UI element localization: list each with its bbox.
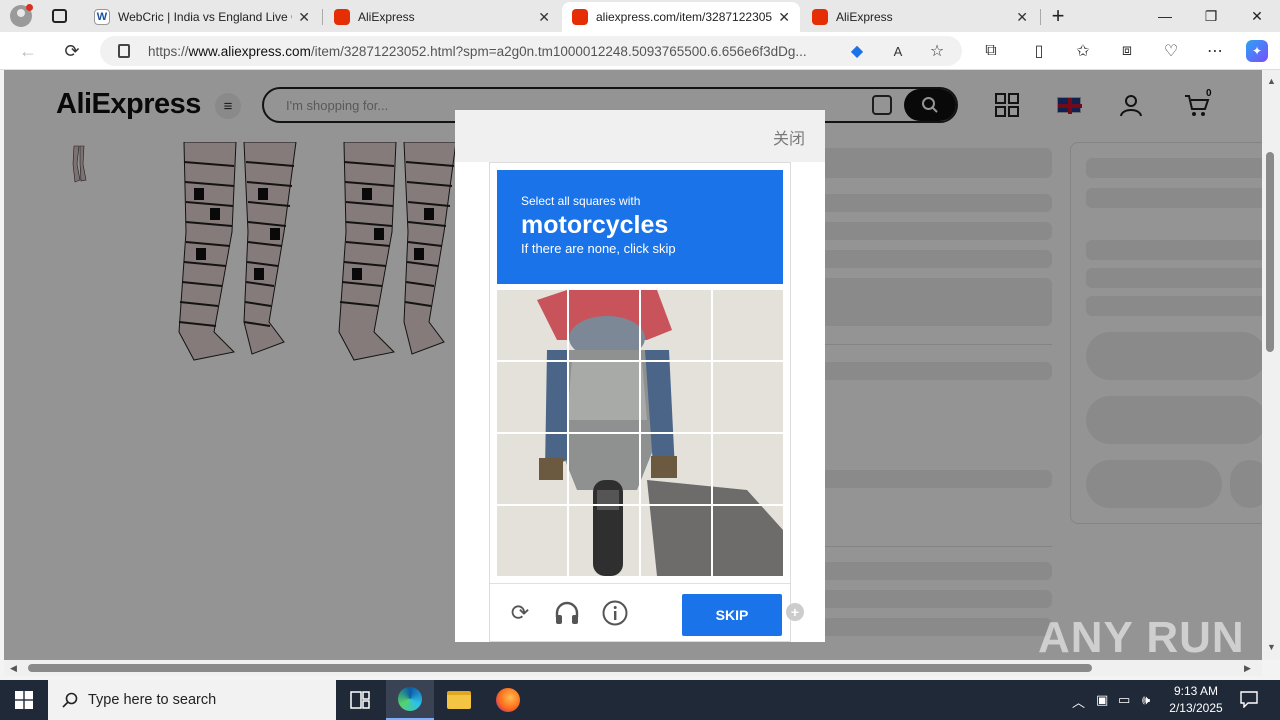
new-tab-button[interactable]: +: [1046, 3, 1070, 28]
vertical-scroll-thumb[interactable]: [1266, 152, 1274, 352]
clock-date: 2/13/2025: [1169, 701, 1223, 715]
webcric-icon: W: [94, 9, 110, 25]
captcha-footer: ⟳ SKIP: [490, 583, 790, 641]
captcha-hint: If there are none, click skip: [521, 241, 676, 256]
edge-taskbar-icon[interactable]: [386, 680, 434, 720]
favorite-star-icon[interactable]: ☆: [926, 40, 948, 62]
horizontal-scrollbar[interactable]: ◀ ▶: [4, 660, 1262, 676]
close-tab-icon[interactable]: ✕: [538, 9, 550, 26]
skip-button[interactable]: SKIP: [682, 594, 782, 636]
anyrun-watermark: ANY RUN: [1038, 613, 1245, 662]
captcha-tile[interactable]: [641, 434, 711, 504]
close-window-button[interactable]: ✕: [1234, 0, 1280, 32]
url-field[interactable]: https://www.aliexpress.com/item/32871223…: [100, 36, 962, 66]
clock-time: 9:13 AM: [1173, 684, 1219, 698]
url-prefix: https://: [148, 43, 189, 59]
close-button[interactable]: 关闭: [773, 125, 805, 149]
captcha-tile[interactable]: [569, 434, 639, 504]
captcha-tile[interactable]: [641, 506, 711, 576]
copilot-icon[interactable]: ✦: [1246, 40, 1268, 62]
task-view-button[interactable]: [336, 680, 384, 720]
back-button[interactable]: ←: [14, 37, 42, 65]
captcha-prompt: Select all squares with motorcycles If t…: [497, 170, 783, 284]
firefox-icon[interactable]: [484, 680, 532, 720]
captcha-tile[interactable]: [569, 506, 639, 576]
modal-header: 关闭: [455, 110, 825, 162]
info-icon[interactable]: [602, 600, 628, 626]
taskbar-search-placeholder: Type here to search: [88, 692, 217, 708]
close-tab-icon[interactable]: ✕: [1016, 9, 1028, 26]
url-rest: /item/32871223052.html?spm=a2g0n.tm10000…: [310, 43, 807, 59]
minimize-button[interactable]: —: [1142, 0, 1188, 32]
captcha-image-grid: [497, 290, 783, 576]
tab-aliexpress-1[interactable]: AliExpress ✕: [324, 2, 560, 32]
aliexpress-icon: [334, 9, 350, 25]
file-explorer-icon[interactable]: [435, 680, 483, 720]
read-aloud-icon[interactable]: A: [887, 40, 909, 62]
restore-button[interactable]: ❐: [1188, 0, 1234, 32]
captcha-instruction: Select all squares with: [521, 194, 641, 208]
captcha-tile[interactable]: [497, 362, 567, 432]
captcha-tile[interactable]: [497, 434, 567, 504]
captcha-target: motorcycles: [521, 211, 669, 239]
captcha-tile[interactable]: [713, 434, 783, 504]
device-icon[interactable]: ▣: [1096, 692, 1108, 708]
captcha-tile[interactable]: [713, 506, 783, 576]
extensions-icon[interactable]: ⧉: [980, 40, 1002, 62]
address-bar-row: ← ⟳ https://www.aliexpress.com/item/3287…: [0, 32, 1280, 70]
captcha-tile[interactable]: [713, 362, 783, 432]
notifications-icon[interactable]: [1240, 690, 1258, 711]
tab-aliexpress-item[interactable]: aliexpress.com/item/3287122305 ✕: [562, 2, 800, 32]
captcha-tile[interactable]: [497, 290, 567, 360]
browser-essentials-icon[interactable]: ♡: [1160, 40, 1182, 62]
close-tab-icon[interactable]: ✕: [298, 9, 310, 26]
captcha-tile[interactable]: [641, 290, 711, 360]
taskbar-search[interactable]: Type here to search: [48, 680, 336, 720]
windows-taskbar: Type here to search ︿ ▣ ▭ 🕪 9:13 AM 2/13…: [0, 680, 1280, 720]
refresh-button[interactable]: ⟳: [58, 37, 86, 65]
tab-title: AliExpress: [836, 10, 893, 24]
url-host: www.aliexpress.com: [188, 43, 311, 59]
network-icon[interactable]: ▭: [1118, 692, 1130, 708]
tab-title: aliexpress.com/item/3287122305: [596, 10, 773, 24]
close-tab-icon[interactable]: ✕: [778, 9, 790, 26]
tab-actions-icon[interactable]: [52, 9, 67, 23]
plus-icon[interactable]: +: [786, 603, 804, 621]
profile-icon[interactable]: [10, 4, 33, 27]
tab-title: AliExpress: [358, 10, 415, 24]
captcha-tile[interactable]: [569, 290, 639, 360]
captcha-widget: Select all squares with motorcycles If t…: [489, 162, 791, 642]
captcha-tile[interactable]: [497, 506, 567, 576]
tab-webcric[interactable]: W WebCric | India vs England Live C ✕: [84, 2, 320, 32]
lock-icon[interactable]: [118, 44, 130, 58]
captcha-tile[interactable]: [641, 362, 711, 432]
tab-aliexpress-2[interactable]: AliExpress ✕: [802, 2, 1038, 32]
vertical-scrollbar[interactable]: ▲ ▼: [1262, 70, 1280, 660]
audio-challenge-icon[interactable]: [554, 600, 580, 626]
search-icon: [62, 692, 78, 708]
more-menu-icon[interactable]: ⋯: [1204, 40, 1226, 62]
collections-icon[interactable]: ⧈: [1116, 40, 1138, 62]
reload-icon[interactable]: ⟳: [507, 600, 533, 626]
browser-tab-strip: W WebCric | India vs England Live C ✕ Al…: [0, 0, 1280, 32]
windows-logo-icon: [15, 691, 33, 709]
aliexpress-icon: [812, 9, 828, 25]
system-clock[interactable]: 9:13 AM 2/13/2025: [1160, 683, 1232, 717]
volume-icon[interactable]: 🕪: [1142, 692, 1150, 708]
split-screen-icon[interactable]: ▯: [1028, 40, 1050, 62]
start-button[interactable]: [0, 680, 48, 720]
coupon-icon[interactable]: ◆: [846, 40, 868, 62]
captcha-modal: 关闭 Select all squares with motorcycles I…: [455, 110, 825, 642]
show-hidden-icons-icon[interactable]: ︿: [1072, 692, 1085, 711]
aliexpress-icon: [572, 9, 588, 25]
captcha-tile[interactable]: [569, 362, 639, 432]
captcha-tile[interactable]: [713, 290, 783, 360]
horizontal-scroll-thumb[interactable]: [28, 664, 1092, 672]
tab-title: WebCric | India vs England Live C: [118, 10, 293, 24]
favorites-icon[interactable]: ✩: [1072, 40, 1094, 62]
